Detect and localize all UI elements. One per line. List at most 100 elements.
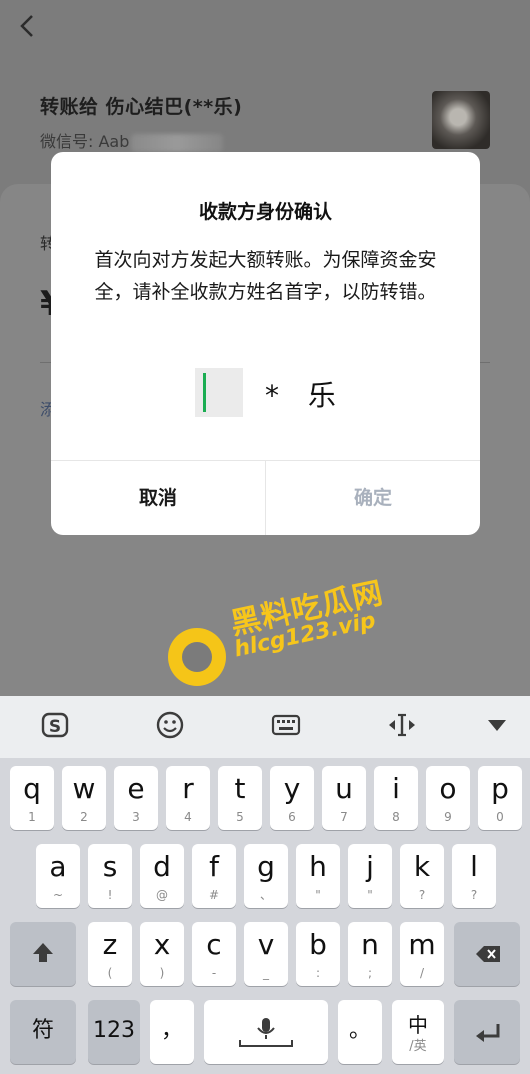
key-x-label: x — [153, 928, 171, 961]
key-n-sublabel: ; — [367, 966, 373, 980]
key-b-sublabel: : — [315, 966, 321, 980]
key-z-sublabel: ( — [107, 966, 113, 980]
key-c[interactable]: c- — [192, 922, 236, 986]
key-y-sublabel: 6 — [288, 810, 296, 824]
key-b-label: b — [309, 928, 327, 961]
key-p[interactable]: p0 — [478, 766, 522, 830]
key-j-sublabel: " — [367, 888, 373, 902]
collapse-keyboard-icon[interactable] — [479, 709, 515, 745]
soft-keyboard: S q 1 w 2 e 3 r 4 t 5 y 6 u 7 i 8 o 9 p 0 a ~ s! d @ f # g、 h " j " k? l?… — [0, 696, 530, 1074]
enter-icon — [476, 1024, 500, 1042]
key-b[interactable]: b: — [296, 922, 340, 986]
key-p-sublabel: 0 — [496, 810, 504, 824]
key-g[interactable]: g、 — [244, 844, 288, 908]
key-r[interactable]: r4 — [166, 766, 210, 830]
key-f[interactable]: f # — [192, 844, 236, 908]
first-char-input[interactable] — [195, 368, 243, 417]
key-a-sublabel: ~ — [52, 888, 64, 902]
period-key[interactable]: 。 — [338, 1000, 382, 1064]
enter-key[interactable] — [454, 1000, 520, 1064]
key-q-label: q — [23, 772, 41, 805]
key-k[interactable]: k? — [400, 844, 444, 908]
key-c-label: c — [206, 928, 222, 961]
key-j[interactable]: j " — [348, 844, 392, 908]
period-key-label: 。 — [348, 1018, 371, 1043]
key-u[interactable]: u7 — [322, 766, 366, 830]
shift-key[interactable] — [10, 922, 76, 986]
key-q-sublabel: 1 — [28, 810, 36, 824]
text-cursor — [203, 373, 206, 412]
key-a[interactable]: a ~ — [36, 844, 80, 908]
key-h[interactable]: h " — [296, 844, 340, 908]
cancel-button[interactable]: 取消 — [51, 461, 265, 535]
key-l-sublabel: ? — [470, 888, 478, 902]
transfer-recipient-title: 转账给 伤心结巴(**乐) — [40, 96, 243, 118]
recipient-wechat-id: 微信号: Aab — [40, 128, 224, 152]
number-key-label: 123 — [93, 1018, 135, 1043]
key-u-label: u — [335, 772, 353, 805]
keyboard-icon[interactable] — [268, 709, 304, 745]
key-r-label: r — [182, 772, 194, 805]
key-e-label: e — [127, 772, 145, 805]
back-arrow-icon[interactable] — [14, 10, 42, 42]
key-t[interactable]: t5 — [218, 766, 262, 830]
key-j-label: j — [366, 850, 374, 883]
key-y[interactable]: y6 — [270, 766, 314, 830]
watermark-logo-inner — [182, 642, 212, 672]
keyboard-toolbar: S — [0, 696, 530, 758]
key-o-sublabel: 9 — [444, 810, 452, 824]
key-w-label: w — [72, 772, 96, 805]
key-i[interactable]: i8 — [374, 766, 418, 830]
symbol-key[interactable]: 符 — [10, 1000, 76, 1064]
key-z[interactable]: z( — [88, 922, 132, 986]
key-l[interactable]: l? — [452, 844, 496, 908]
key-u-sublabel: 7 — [340, 810, 348, 824]
key-m-sublabel: / — [419, 966, 425, 980]
key-g-sublabel: 、 — [259, 888, 272, 902]
key-a-label: a — [49, 850, 67, 883]
language-switch-key-sublabel: /英 — [409, 1039, 427, 1054]
voice-icon — [239, 1018, 293, 1047]
key-h-sublabel: " — [315, 888, 321, 902]
key-t-label: t — [234, 772, 246, 805]
key-v[interactable]: v _ — [244, 922, 288, 986]
key-v-label: v — [257, 928, 275, 961]
key-p-label: p — [491, 772, 509, 805]
key-e[interactable]: e3 — [114, 766, 158, 830]
key-z-label: z — [102, 928, 118, 961]
dialog-title: 收款方身份确认 — [198, 201, 332, 223]
key-d-sublabel: @ — [156, 888, 168, 902]
confirm-button[interactable]: 确定 — [266, 461, 480, 535]
emoji-icon[interactable] — [152, 709, 188, 745]
identity-confirm-dialog: 收款方身份确认 首次向对方发起大额转账。为保障资金安全，请补全收款方姓名首字，以… — [51, 152, 480, 535]
number-key[interactable]: 123 — [88, 1000, 140, 1064]
key-d[interactable]: d @ — [140, 844, 184, 908]
cursor-move-icon[interactable] — [384, 709, 420, 745]
key-t-sublabel: 5 — [236, 810, 244, 824]
key-f-label: f — [209, 850, 219, 883]
key-n[interactable]: n; — [348, 922, 392, 986]
key-r-sublabel: 4 — [184, 810, 192, 824]
key-g-label: g — [257, 850, 275, 883]
key-l-label: l — [470, 850, 478, 883]
svg-text:S: S — [49, 717, 61, 737]
key-o[interactable]: o9 — [426, 766, 470, 830]
key-s[interactable]: s! — [88, 844, 132, 908]
blurred-id — [131, 133, 224, 152]
comma-key[interactable]: ， — [150, 1000, 194, 1064]
key-x[interactable]: x) — [140, 922, 184, 986]
key-q[interactable]: q1 — [10, 766, 54, 830]
key-s-sublabel: ! — [107, 888, 113, 902]
symbol-key-label: 符 — [31, 1018, 54, 1043]
language-switch-key-label: 中 — [408, 1013, 428, 1037]
backspace-key[interactable] — [454, 922, 520, 986]
key-s-label: s — [102, 850, 118, 883]
key-f-sublabel: # — [208, 888, 220, 902]
key-m-label: m — [408, 928, 436, 961]
key-m[interactable]: m / — [400, 922, 444, 986]
key-d-label: d — [153, 850, 171, 883]
key-w[interactable]: w2 — [62, 766, 106, 830]
language-switch-key[interactable]: 中/英 — [392, 1000, 444, 1064]
sogou-logo-icon[interactable]: S — [37, 709, 73, 745]
space-key[interactable] — [204, 1000, 328, 1064]
